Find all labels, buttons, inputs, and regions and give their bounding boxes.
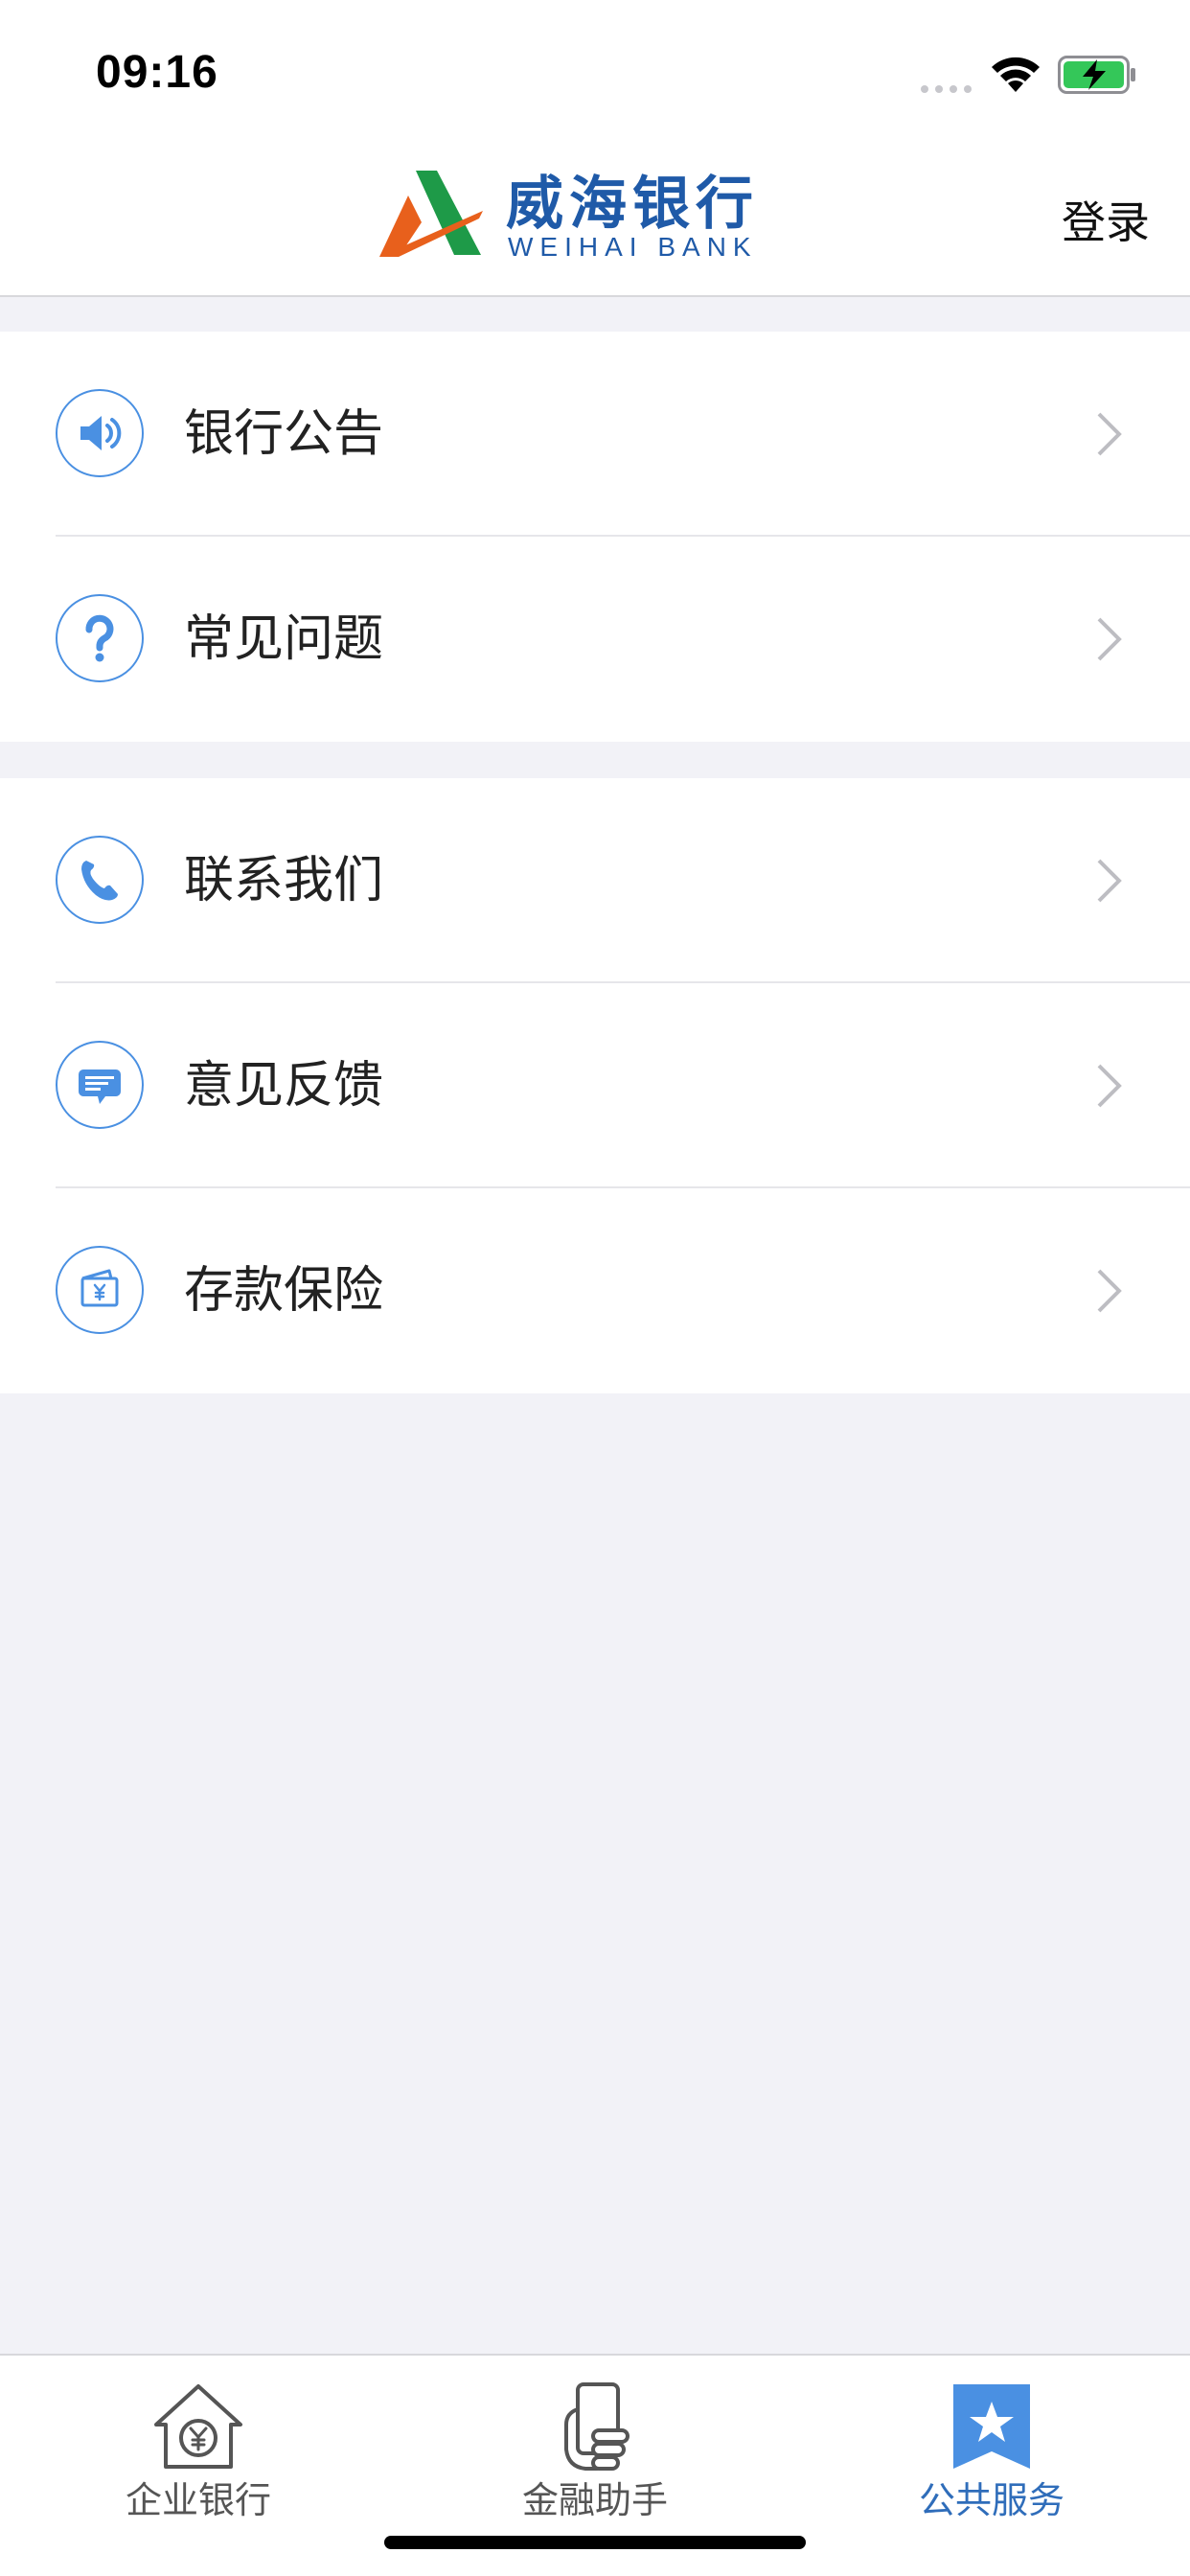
menu-item-faq[interactable]: 常见问题	[0, 537, 1190, 742]
menu-item-contact-us[interactable]: 联系我们	[0, 778, 1190, 983]
weihai-bank-logo-icon	[379, 171, 483, 257]
logo-text: 威海银行	[506, 171, 759, 238]
menu-item-label: 意见反馈	[184, 1057, 384, 1115]
menu-item-label: 存款保险	[184, 1262, 384, 1320]
tab-label: 金融助手	[521, 2479, 668, 2521]
question-icon	[56, 594, 144, 682]
menu-item-bank-announcements[interactable]: 银行公告	[0, 332, 1190, 537]
house-yuan-icon	[154, 2384, 242, 2469]
nav-header: 威海银行 WEIHAI BANK 登录	[0, 144, 1190, 297]
chevron-right-icon	[1097, 617, 1122, 661]
login-button[interactable]: 登录	[1062, 188, 1150, 251]
feedback-chat-icon	[56, 1041, 144, 1129]
home-indicator[interactable]	[384, 2536, 806, 2549]
status-time: 09:16	[96, 47, 218, 98]
chevron-right-icon	[1097, 412, 1122, 456]
phone-hand-icon	[564, 2382, 629, 2471]
phone-icon	[56, 836, 144, 924]
chevron-right-icon	[1097, 1064, 1122, 1108]
tab-label: 公共服务	[918, 2479, 1064, 2521]
menu-item-feedback[interactable]: 意见反馈	[0, 983, 1190, 1188]
chevron-right-icon	[1097, 1269, 1122, 1313]
deposit-insurance-icon	[56, 1246, 144, 1334]
tab-label: 企业银行	[125, 2479, 271, 2521]
battery-charging-icon	[1058, 56, 1135, 94]
cellular-signal-icon	[921, 85, 972, 93]
star-bookmark-icon	[953, 2384, 1030, 2469]
wifi-icon	[992, 57, 1040, 92]
menu-group-services: 联系我们 意见反馈 存款保险	[0, 778, 1190, 1393]
tab-public-services[interactable]: 公共服务	[793, 2356, 1190, 2521]
menu-item-deposit-insurance[interactable]: 存款保险	[0, 1188, 1190, 1393]
speaker-icon	[56, 389, 144, 477]
status-bar: 09:16	[0, 0, 1190, 144]
menu-group-info: 银行公告 常见问题	[0, 332, 1190, 742]
menu-item-label: 联系我们	[184, 852, 384, 909]
tab-financial-assistant[interactable]: 金融助手	[397, 2356, 793, 2521]
menu-item-label: 常见问题	[184, 610, 384, 668]
menu-item-label: 银行公告	[184, 405, 384, 463]
logo-subtext: WEIHAI BANK	[508, 232, 758, 262]
tab-enterprise-banking[interactable]: 企业银行	[0, 2356, 397, 2521]
chevron-right-icon	[1097, 859, 1122, 903]
